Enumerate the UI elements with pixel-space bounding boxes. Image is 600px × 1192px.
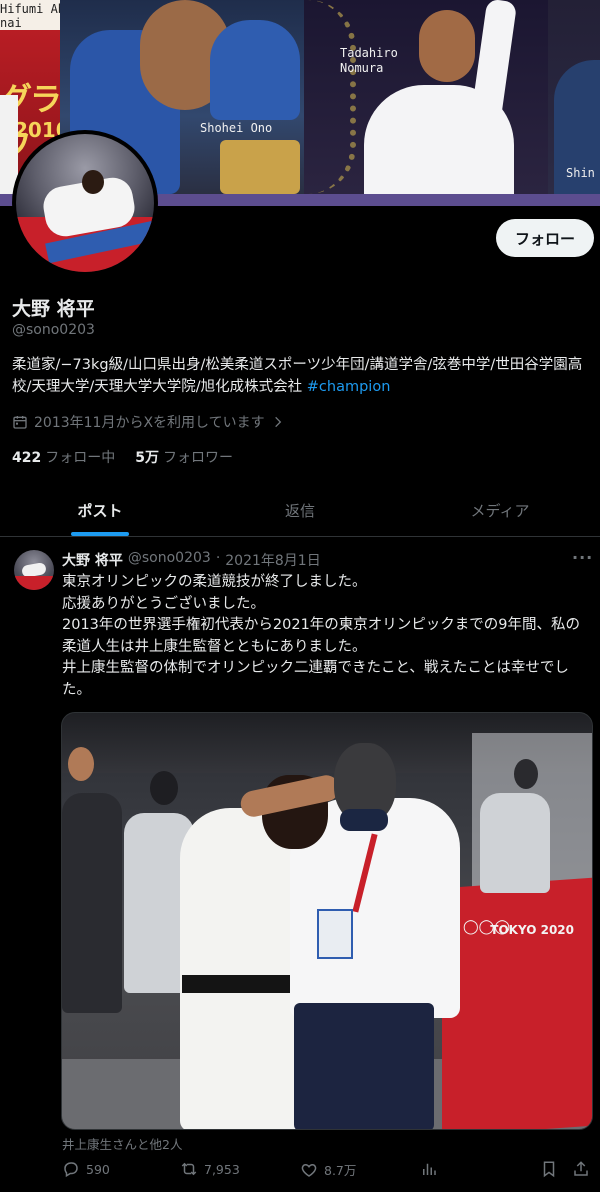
tab-replies[interactable]: 返信 [200,484,400,536]
tweet-line: 井上康生監督の体制でオリンピック二連覇できたこと、戦えたことは幸せでした。 [62,660,569,698]
repost-icon [181,1162,197,1176]
more-icon[interactable]: ··· [572,548,593,567]
profile-bio: 柔道家/−73kg級/山口県出身/松美柔道スポーツ少年団/講道学舎/弦巻中学/世… [12,354,594,398]
reply-button[interactable]: 590 [62,1160,110,1178]
photo-coach-mask [340,809,388,831]
tweet-date[interactable]: 2021年8月1日 [225,550,320,570]
follow-button[interactable]: フォロー [496,219,594,257]
photo-bg-head-1 [68,747,94,781]
tab-posts[interactable]: ポスト [0,484,200,536]
bio-text: 柔道家/−73kg級/山口県出身/松美柔道スポーツ少年団/講道学舎/弦巻中学/世… [12,357,583,395]
tweet-photo[interactable]: ◯◯◯ TOKYO 2020 [61,712,593,1130]
banner-name-4: Shin [566,166,595,180]
profile-avatar[interactable] [12,130,158,276]
following-count: 422 [12,450,42,466]
banner-name-1: Hifumi Abe masa nai [0,2,60,30]
profile-tabs: ポスト 返信 メディア [0,484,600,537]
tab-media[interactable]: メディア [400,484,600,536]
like-icon [301,1163,317,1177]
tweet-separator: · [215,550,221,566]
photo-coach-pants [294,1003,434,1129]
tab-replies-label: 返信 [284,501,315,520]
banner-name-3: Tadahiro Nomura [340,46,398,75]
profile-display-name: 大野 将平 [12,298,95,320]
tab-media-label: メディア [470,501,530,520]
tweet-avatar[interactable] [14,550,54,590]
photo-accreditation-badge [317,909,353,959]
following-link[interactable]: 422 フォロー中 [12,447,115,467]
like-button[interactable]: 8.7万 [300,1160,356,1179]
tab-posts-label: ポスト [77,501,123,520]
photo-board-text: TOKYO 2020 [490,923,574,937]
photo-black-belt [182,975,292,993]
banner-panel-3: Tadahiro Nomura [304,0,548,194]
banner-name-2: Shohei Ono [200,121,273,135]
tweet-line: 東京オリンピックの柔道競技が終了しました。 [62,574,367,590]
profile-handle: @sono0203 [12,322,95,338]
photo-bg-head-2 [150,771,178,805]
share-icon [574,1161,588,1176]
photo-bg-person-3 [480,793,550,893]
bookmark-icon [543,1161,555,1178]
banner-judoka-arm [210,20,300,120]
reply-icon [64,1162,78,1178]
joined-text: 2013年11月からXを利用しています [34,415,265,431]
tweet-author-name[interactable]: 大野 将平 [62,550,123,570]
banner-flowers [220,140,300,194]
following-label: フォロー中 [45,450,116,466]
banner-laurel [308,0,356,194]
reply-count: 590 [86,1161,110,1177]
tab-active-indicator [71,532,129,536]
followers-label: フォロワー [162,450,233,466]
banner-panel-4: Shin [548,0,600,194]
photo-judoka [180,808,308,1129]
followers-count: 5万 [135,450,159,466]
like-count: 8.7万 [324,1163,357,1178]
views-button[interactable] [420,1160,438,1178]
bookmark-button[interactable] [540,1160,558,1178]
avatar-image [16,134,154,272]
tweet-author-handle[interactable]: @sono0203 [128,550,211,570]
chevron-right-icon [274,416,281,428]
tagged-users[interactable]: 井上康生さんと他2人 [62,1134,182,1153]
avatar-judoka-head [82,170,104,194]
share-button[interactable] [572,1160,590,1178]
joined-date[interactable]: 2013年11月からXを利用しています [12,412,285,432]
photo-bg-person-1 [62,793,122,1013]
repost-count: 7,953 [204,1161,240,1177]
tweet-line: 2013年の世界選手権初代表から2021年の東京オリンピックまでの9年間、私の柔… [62,617,581,655]
banner-athlete-head [419,10,475,82]
profile-stats: 422 フォロー中 5万 フォロワー [12,447,233,467]
tweet-line: 応援ありがとうございました。 [62,595,265,612]
photo-red-board [442,877,592,1129]
followers-link[interactable]: 5万 フォロワー [135,447,233,467]
tweet-avatar-mat [14,576,54,590]
photo-bg-head-3 [514,759,538,789]
bio-hashtag[interactable]: #champion [307,379,391,395]
views-icon [423,1163,436,1175]
tweet-text: 東京オリンピックの柔道競技が終了しました。 応援ありがとうございました。 201… [62,572,592,701]
repost-button[interactable]: 7,953 [180,1160,240,1178]
tweet-actions: 590 7,953 8.7万 [60,1160,594,1188]
banner-raised-arm [470,0,518,122]
tweet-header: 大野 将平 @sono0203 · 2021年8月1日 [62,550,321,570]
calendar-icon [13,416,27,429]
